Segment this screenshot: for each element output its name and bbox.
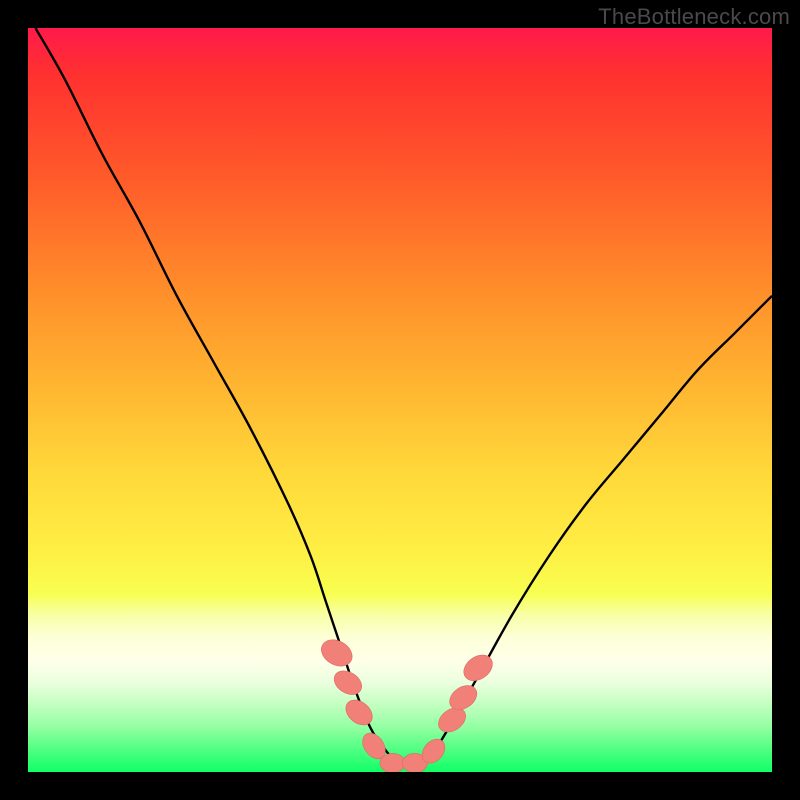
chart-svg xyxy=(28,28,772,772)
chart-plot-area xyxy=(28,28,772,772)
curve-marker xyxy=(459,650,497,686)
curve-markers xyxy=(317,634,498,772)
chart-frame: TheBottleneck.com xyxy=(0,0,800,800)
watermark-text: TheBottleneck.com xyxy=(598,4,790,30)
bottleneck-curve xyxy=(35,28,772,766)
curve-marker xyxy=(380,753,405,772)
curve-marker xyxy=(317,634,357,671)
